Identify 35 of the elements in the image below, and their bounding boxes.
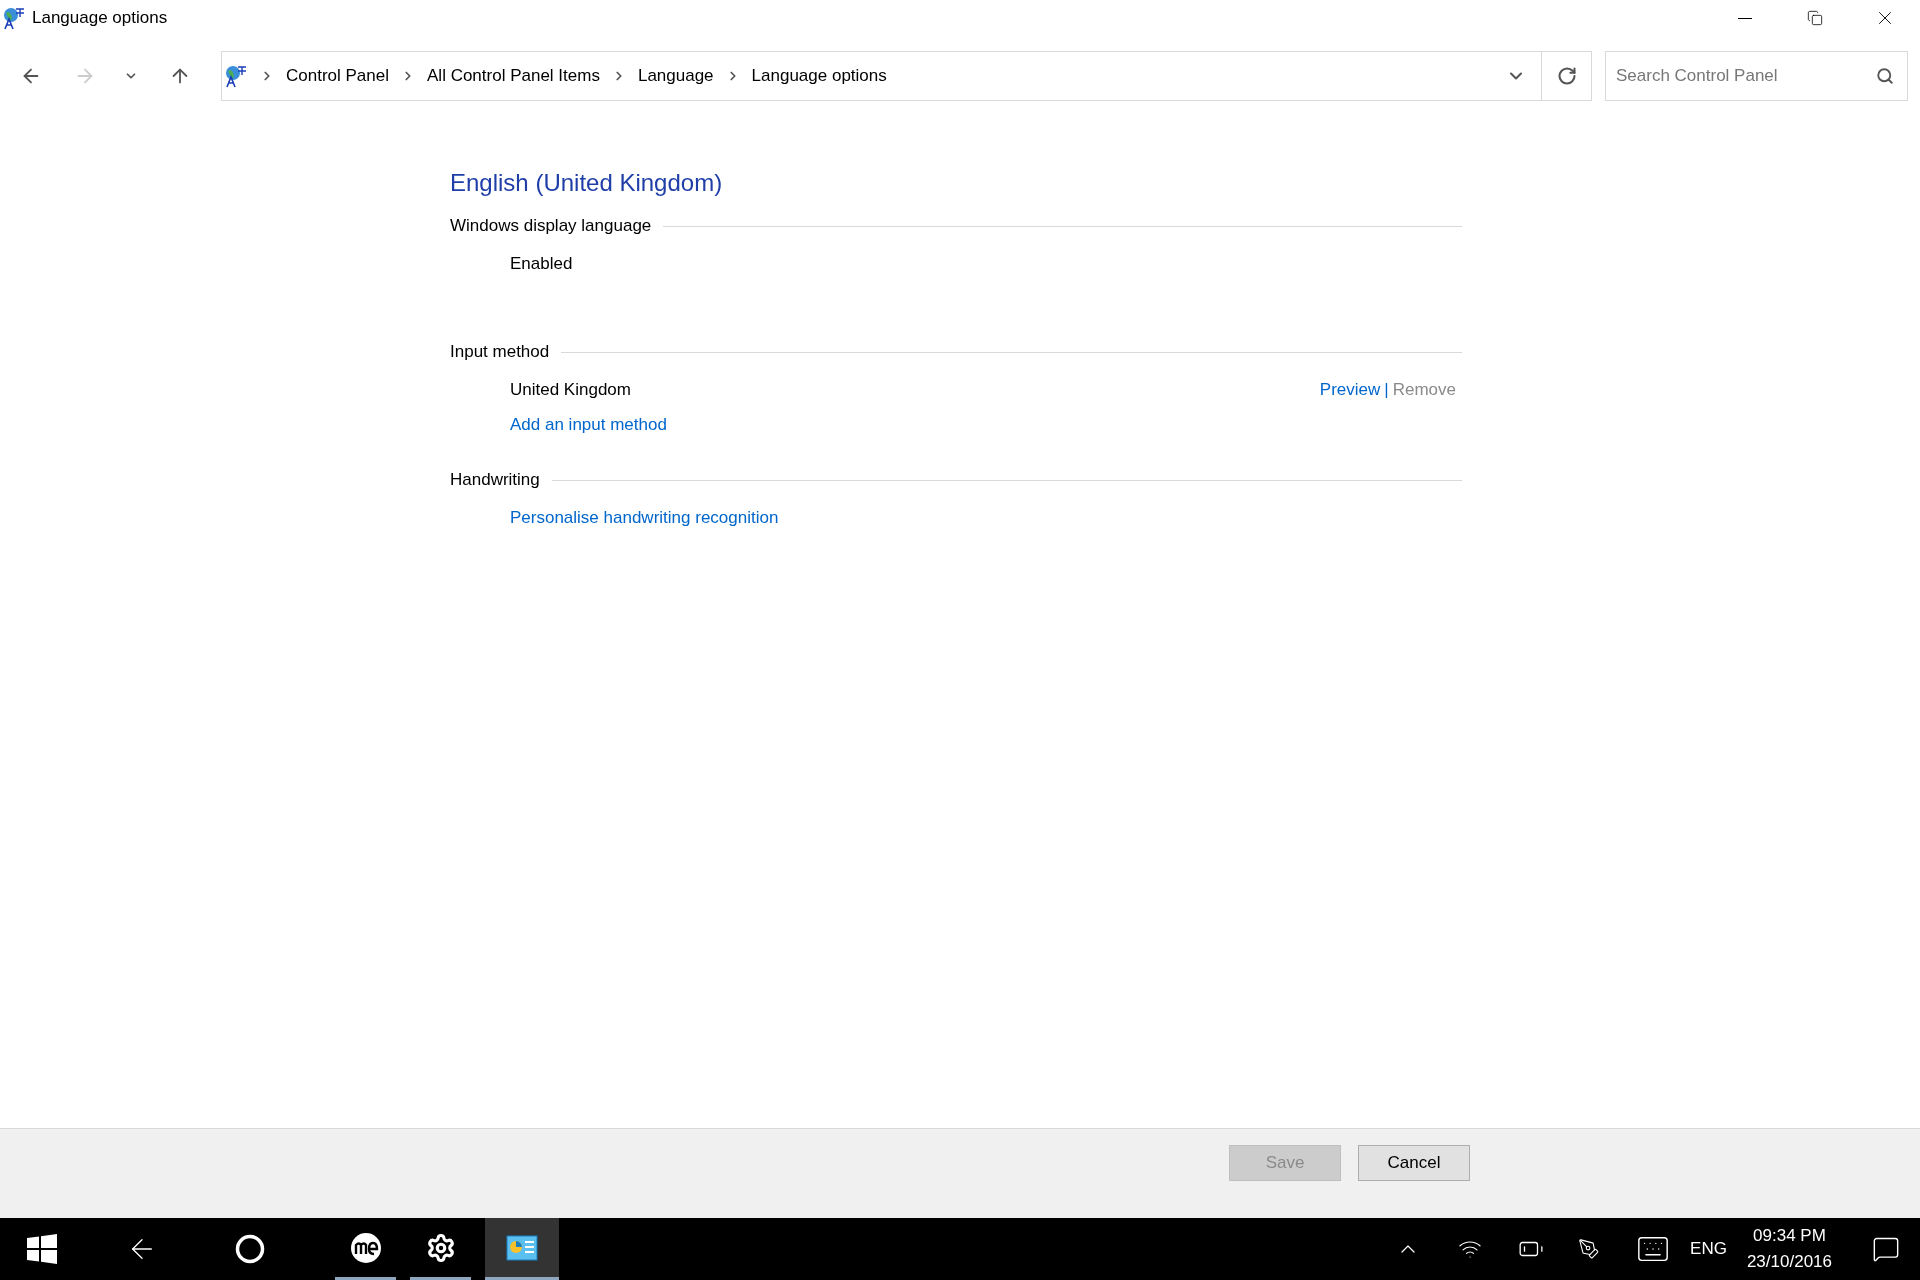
restore-icon [1807, 10, 1823, 26]
link-separator: | [1384, 378, 1389, 401]
pen-icon[interactable] [1578, 1238, 1601, 1260]
windows-logo-icon [27, 1234, 57, 1264]
input-method-name: United Kingdom [510, 378, 631, 401]
taskbar-app-button[interactable] [485, 1218, 559, 1280]
notifications-icon[interactable] [1872, 1235, 1900, 1263]
input-language-indicator[interactable]: ENG [1690, 1236, 1727, 1262]
search-icon [1876, 67, 1894, 85]
section-heading: Input method [450, 340, 550, 363]
window-title: Language options [32, 7, 168, 30]
location-icon [224, 64, 248, 88]
action-link[interactable]: Preview [1319, 376, 1381, 403]
app-logo-icon [349, 1231, 382, 1264]
search-field[interactable]: Search Control Panel [1605, 51, 1908, 101]
settings-icon [425, 1232, 456, 1263]
breadcrumb[interactable]: Language [637, 63, 714, 89]
minimize-icon [1738, 17, 1752, 19]
clock-time[interactable]: 09:34 PM [1753, 1223, 1826, 1249]
status-text: Enabled [510, 253, 573, 276]
circle-icon [235, 1234, 265, 1264]
breadcrumb[interactable]: Language options [751, 63, 887, 89]
app-icon [2, 6, 26, 30]
refresh-icon [1556, 66, 1577, 86]
control-panel-icon [506, 1234, 538, 1261]
settings-link[interactable]: Add an input method [510, 411, 667, 438]
settings-link[interactable]: Personalise handwriting recognition [510, 505, 779, 531]
section-heading: Windows display language [450, 215, 652, 237]
dialog-button[interactable]: Cancel [1358, 1145, 1470, 1181]
breadcrumb[interactable]: All Control Panel Items [427, 63, 600, 89]
section-heading: Handwriting [450, 469, 540, 491]
language-title: English (United Kingdom) [450, 168, 724, 198]
clock-date[interactable]: 23/10/2016 [1746, 1249, 1832, 1275]
address-bar[interactable]: Control Panel All Control Panel Items Language Language options [221, 51, 1592, 101]
breadcrumb[interactable]: Control Panel [286, 63, 389, 89]
